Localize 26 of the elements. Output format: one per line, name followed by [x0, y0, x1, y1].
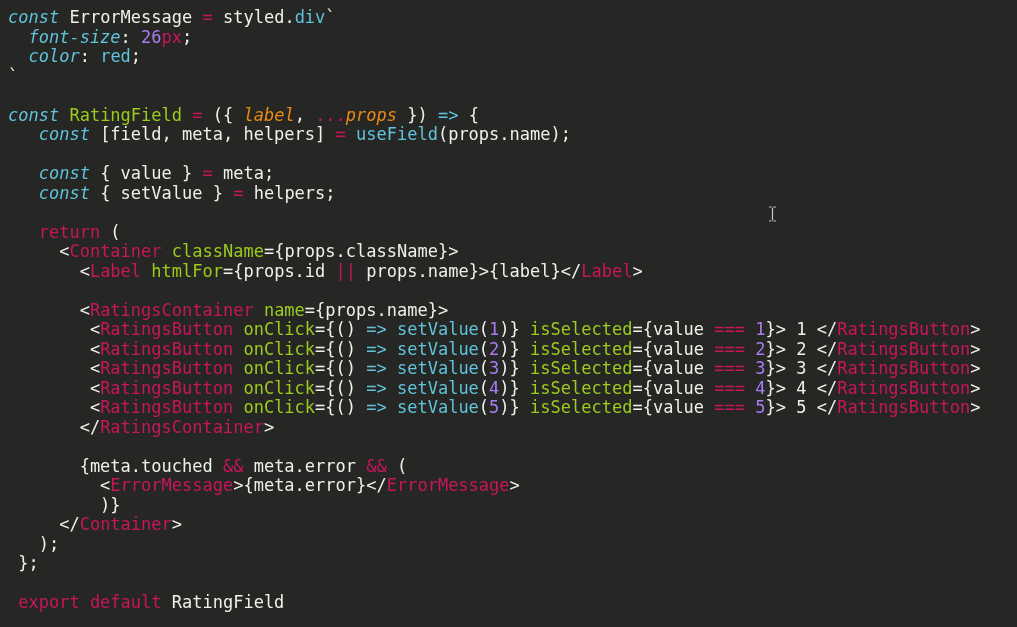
code-line: <RatingsButton onClick={() => setValue(2)} isSelected={value === 2}> 2 </RatingsButton>: [88, 339, 981, 359]
code-line: const RatingField = ({ label, ...props }) => {: [8, 105, 479, 125]
code-line: color: red;: [27, 47, 142, 67]
code-line: )}: [99, 495, 121, 515]
code-line: </Container>: [58, 515, 183, 535]
code-line: <RatingsContainer name={props.name}>: [78, 300, 449, 320]
code-line: <RatingsButton onClick={() => setValue(4)} isSelected={value === 4}> 4 </RatingsButton>: [88, 378, 981, 398]
code-line: <RatingsButton onClick={() => setValue(5)} isSelected={value === 5}> 5 </RatingsButton>: [88, 398, 981, 418]
code-line: <Label htmlFor={props.id || props.name}>{label}</Label>: [78, 261, 643, 281]
code-line: );: [37, 534, 60, 554]
code-line: const ErrorMessage = styled.div`: [8, 8, 336, 28]
code-line: <RatingsButton onClick={() => setValue(3)} isSelected={value === 3}> 3 </RatingsButton>: [88, 359, 981, 379]
code-line: <Container className={props.className}>: [58, 242, 459, 262]
text-cursor-icon: [768, 206, 777, 222]
code-line: export default RatingField: [17, 593, 285, 613]
code-line: </RatingsContainer>: [78, 417, 275, 437]
code-line: };: [17, 554, 39, 574]
code-line: const { setValue } = helpers;: [37, 183, 336, 203]
code-line: <RatingsButton onClick={() => setValue(1)} isSelected={value === 1}> 1 </RatingsButton>: [88, 320, 981, 340]
code-line: const [field, meta, helpers] = useField(props.name);: [37, 125, 571, 145]
code-line: `: [8, 66, 19, 86]
code-line: const { value } = meta;: [37, 164, 275, 184]
code-line: {meta.touched && meta.error && (: [78, 456, 408, 476]
code-line: return (: [37, 222, 121, 242]
code-line: font-size: 26px;: [27, 27, 193, 47]
code-line: <ErrorMessage>{meta.error}</ErrorMessage>: [99, 476, 520, 496]
